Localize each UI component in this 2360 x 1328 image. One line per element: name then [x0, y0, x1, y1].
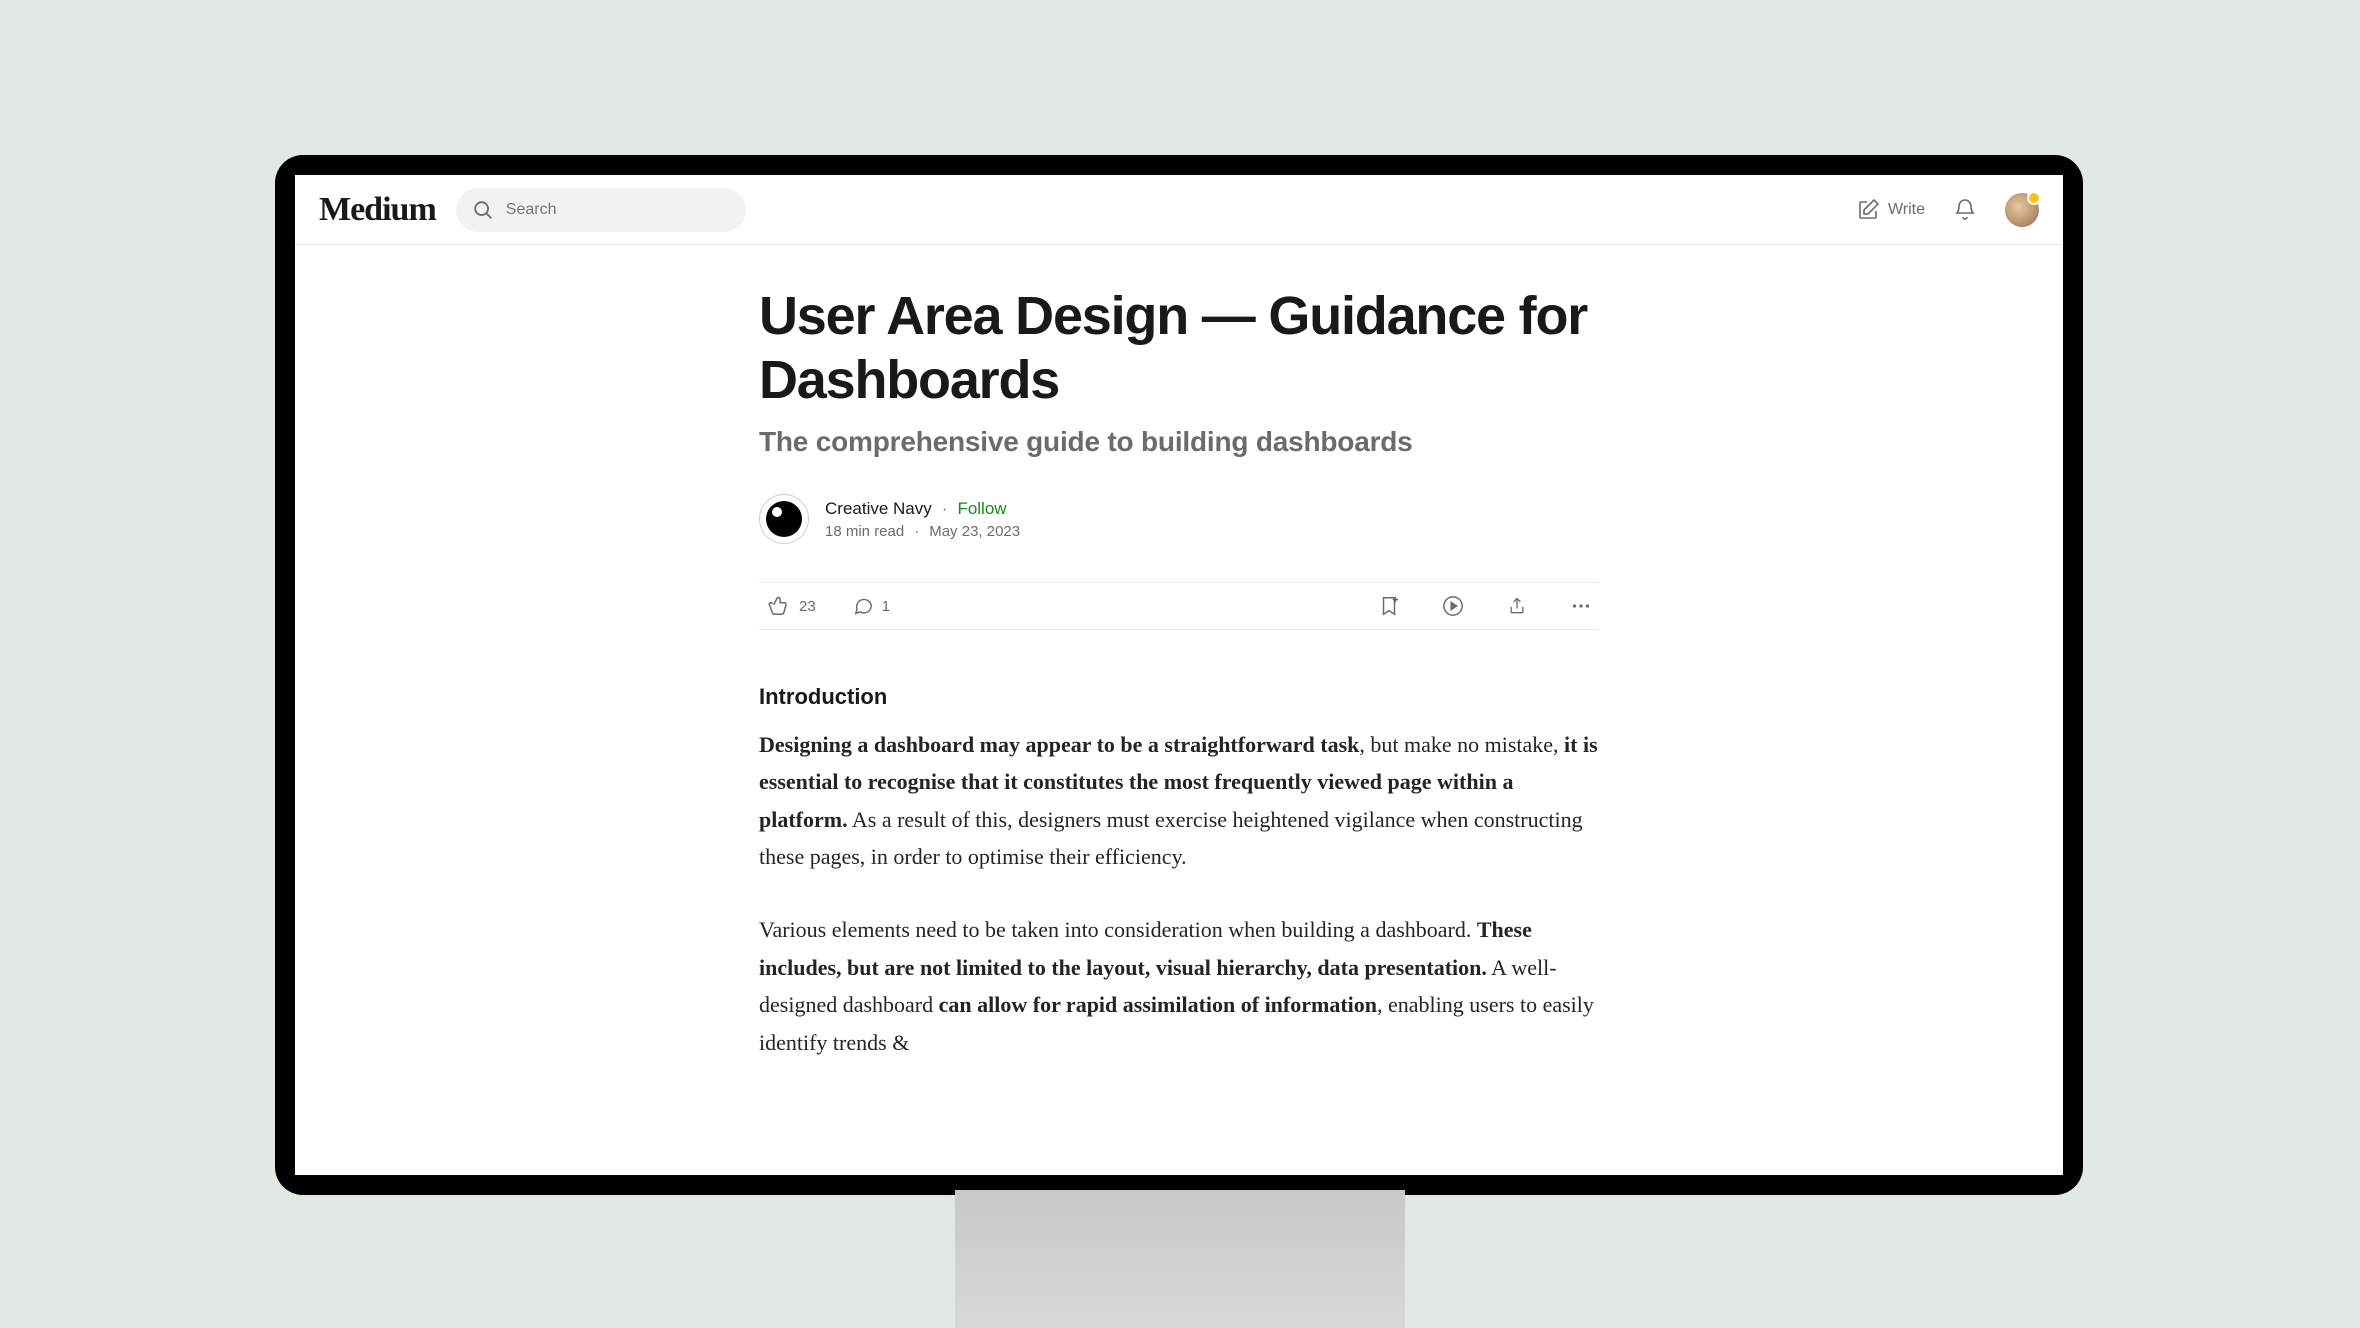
site-logo[interactable]: Medium: [319, 191, 436, 229]
read-time: 18 min read: [825, 523, 904, 540]
screen: Medium Write: [295, 175, 2063, 1175]
article: User Area Design — Guidance for Dashboar…: [759, 245, 1599, 1061]
article-body: Introduction Designing a dashboard may a…: [759, 678, 1599, 1061]
write-icon: [1856, 198, 1880, 222]
monitor-stand: [955, 1190, 1405, 1328]
member-badge-icon: [2027, 191, 2041, 205]
author-name[interactable]: Creative Navy: [825, 499, 932, 519]
separator-dot: ·: [914, 523, 919, 540]
comment-count: 1: [882, 598, 890, 615]
header-actions: Write: [1856, 193, 2039, 227]
engagement-bar: 23 1: [759, 582, 1599, 630]
bookmark-button[interactable]: [1377, 594, 1401, 618]
share-button[interactable]: [1505, 594, 1529, 618]
bookmark-icon: [1378, 595, 1400, 617]
bold-text: Designing a dashboard may appear to be a…: [759, 732, 1359, 757]
search-field[interactable]: [456, 188, 746, 232]
write-label: Write: [1888, 201, 1925, 219]
section-heading: Introduction: [759, 678, 1599, 715]
clap-icon: [765, 593, 791, 619]
follow-link[interactable]: Follow: [957, 499, 1006, 519]
search-icon: [472, 199, 494, 221]
more-icon: [1570, 595, 1592, 617]
listen-button[interactable]: [1441, 594, 1465, 618]
site-header: Medium Write: [295, 175, 2063, 245]
clap-count: 23: [799, 598, 816, 615]
author-avatar[interactable]: [759, 494, 809, 544]
comment-icon: [852, 595, 874, 617]
body-text: , but make no mistake,: [1359, 732, 1564, 757]
notifications-button[interactable]: [1953, 198, 1977, 222]
play-icon: [1442, 595, 1464, 617]
paragraph: Designing a dashboard may appear to be a…: [759, 726, 1599, 876]
more-button[interactable]: [1569, 594, 1593, 618]
comment-button[interactable]: 1: [852, 595, 890, 617]
body-text: As a result of this, designers must exer…: [759, 807, 1583, 869]
bold-text: can allow for rapid assimilation of info…: [939, 992, 1377, 1017]
byline: Creative Navy · Follow 18 min read · May…: [759, 494, 1599, 544]
separator-dot: ·: [942, 499, 948, 519]
clap-button[interactable]: 23: [765, 593, 816, 619]
body-text: Various elements need to be taken into c…: [759, 917, 1477, 942]
bell-icon: [1953, 198, 1977, 222]
article-subtitle: The comprehensive guide to building dash…: [759, 426, 1599, 458]
article-title: User Area Design — Guidance for Dashboar…: [759, 285, 1599, 412]
search-input[interactable]: [506, 201, 730, 219]
user-avatar[interactable]: [2005, 193, 2039, 227]
publish-date: May 23, 2023: [929, 523, 1020, 540]
share-icon: [1507, 596, 1527, 616]
monitor-frame: Medium Write: [275, 155, 2083, 1195]
write-button[interactable]: Write: [1856, 198, 1925, 222]
paragraph: Various elements need to be taken into c…: [759, 911, 1599, 1061]
